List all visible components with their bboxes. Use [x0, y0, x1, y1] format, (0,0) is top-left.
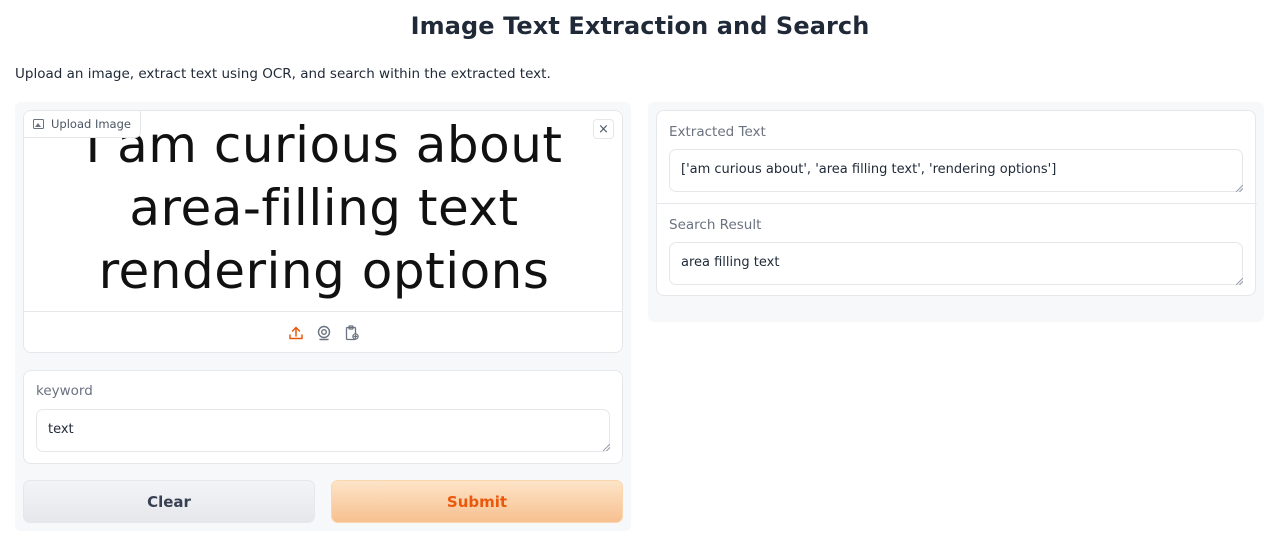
search-result-field: Search Result area filling text [657, 204, 1257, 297]
submit-button[interactable]: Submit [331, 480, 623, 523]
image-icon [33, 119, 44, 129]
upload-icon[interactable] [288, 325, 304, 341]
clear-image-button[interactable]: × [593, 119, 614, 139]
extracted-text-field: Extracted Text ['am curious about', 'are… [657, 111, 1257, 204]
keyword-input[interactable]: text [36, 409, 610, 452]
output-panel: Extracted Text ['am curious about', 'are… [648, 102, 1264, 322]
search-result-output[interactable]: area filling text [669, 242, 1243, 285]
search-result-label: Search Result [669, 217, 762, 233]
image-text-line: I am curious about [85, 116, 563, 174]
image-source-toolbar [24, 311, 622, 352]
upload-image-label-text: Upload Image [51, 117, 131, 131]
webcam-icon[interactable] [316, 325, 332, 341]
image-upload[interactable]: I am curious about area-filling text ren… [23, 110, 623, 353]
uploaded-image[interactable]: I am curious about area-filling text ren… [24, 111, 622, 311]
clear-button[interactable]: Clear [23, 480, 315, 523]
page-title: Image Text Extraction and Search [410, 12, 870, 40]
extracted-text-label: Extracted Text [669, 124, 766, 140]
upload-image-label: Upload Image [24, 111, 141, 138]
input-panel: I am curious about area-filling text ren… [15, 102, 631, 531]
extracted-text-output[interactable]: ['am curious about', 'area filling text'… [669, 149, 1243, 192]
image-text-line: area-filling text [129, 179, 519, 237]
output-group: Extracted Text ['am curious about', 'are… [656, 110, 1257, 297]
clipboard-icon[interactable] [344, 325, 360, 341]
page-description: Upload an image, extract text using OCR,… [15, 66, 551, 82]
keyword-field: keyword text [23, 370, 623, 464]
keyword-label: keyword [36, 383, 93, 399]
image-text-line: rendering options [98, 242, 550, 300]
